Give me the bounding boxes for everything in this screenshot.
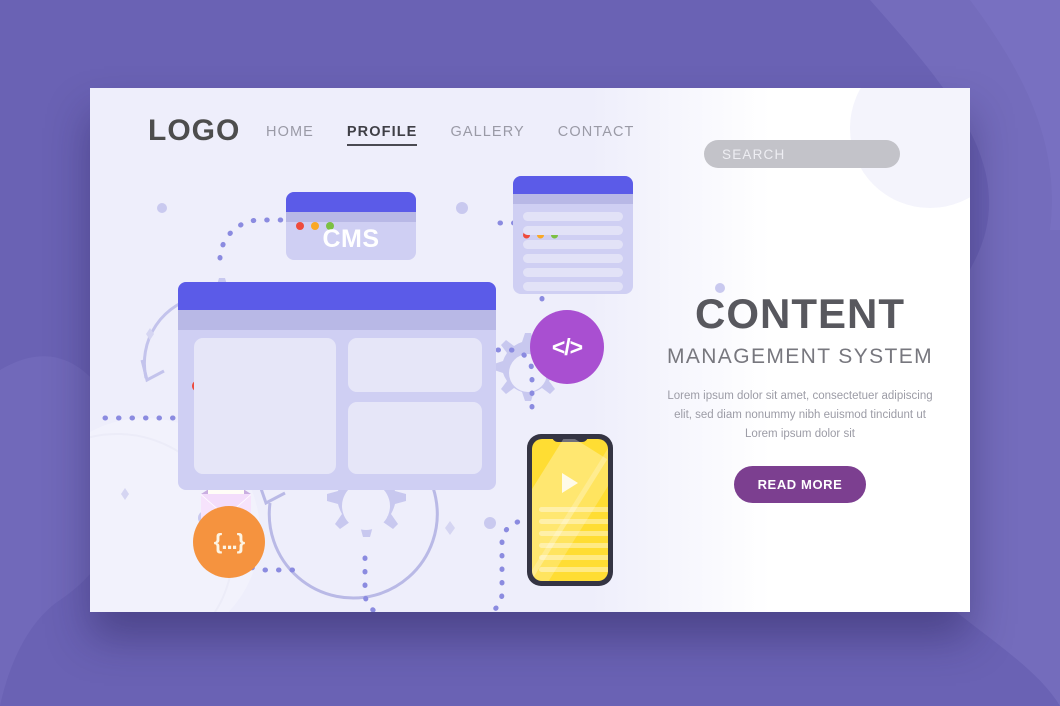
main-window-titlebar bbox=[178, 282, 496, 392]
logo[interactable]: LOGO bbox=[148, 114, 240, 148]
cms-window-label: CMS bbox=[322, 225, 380, 253]
content-panel-bottom-right[interactable] bbox=[348, 402, 482, 474]
nav-item-profile[interactable]: PROFILE bbox=[346, 124, 418, 146]
json-badge-icon[interactable]: {...} bbox=[193, 506, 265, 578]
landing-page-card: LOGO HOME PROFILE GALLERY CONTACT CM bbox=[90, 88, 970, 612]
main-navigation: HOME PROFILE GALLERY CONTACT bbox=[266, 124, 635, 146]
nav-item-gallery[interactable]: GALLERY bbox=[450, 124, 524, 146]
document-text-line bbox=[523, 240, 623, 249]
document-window-toolbar bbox=[513, 194, 633, 204]
cms-window[interactable]: CMS bbox=[286, 192, 416, 260]
search-input[interactable] bbox=[704, 140, 900, 168]
json-badge-glyph: {...} bbox=[213, 529, 245, 554]
site-header: LOGO HOME PROFILE GALLERY CONTACT bbox=[90, 88, 970, 172]
page-title: CONTENT bbox=[695, 290, 905, 337]
main-window-toolbar bbox=[178, 310, 496, 330]
content-panel-main[interactable] bbox=[194, 338, 336, 474]
document-window-titlebar bbox=[513, 176, 633, 239]
document-text-line bbox=[523, 212, 623, 221]
cms-window-toolbar bbox=[286, 212, 416, 222]
page-subtitle: MANAGEMENT SYSTEM bbox=[666, 345, 934, 368]
code-badge-icon[interactable]: </> bbox=[530, 310, 604, 384]
document-text-line bbox=[523, 268, 623, 277]
document-text-line bbox=[523, 254, 623, 263]
nav-item-contact[interactable]: CONTACT bbox=[558, 124, 635, 146]
phone-screen[interactable] bbox=[532, 439, 608, 581]
document-window[interactable] bbox=[513, 176, 633, 294]
main-browser-window[interactable] bbox=[178, 282, 496, 490]
nav-item-home[interactable]: HOME bbox=[266, 124, 314, 146]
hero-description: Lorem ipsum dolor sit amet, consectetuer… bbox=[667, 390, 933, 440]
document-text-line bbox=[523, 282, 623, 291]
read-more-button[interactable]: READ MORE bbox=[733, 465, 867, 503]
code-badge-glyph: </> bbox=[551, 333, 583, 360]
hero-content: CONTENT MANAGEMENT SYSTEM Lorem ipsum do… bbox=[650, 293, 950, 503]
document-text-line bbox=[523, 226, 623, 235]
content-panel-top-right[interactable] bbox=[348, 338, 482, 392]
cms-window-titlebar bbox=[286, 192, 416, 230]
phone-mockup[interactable] bbox=[527, 434, 613, 586]
